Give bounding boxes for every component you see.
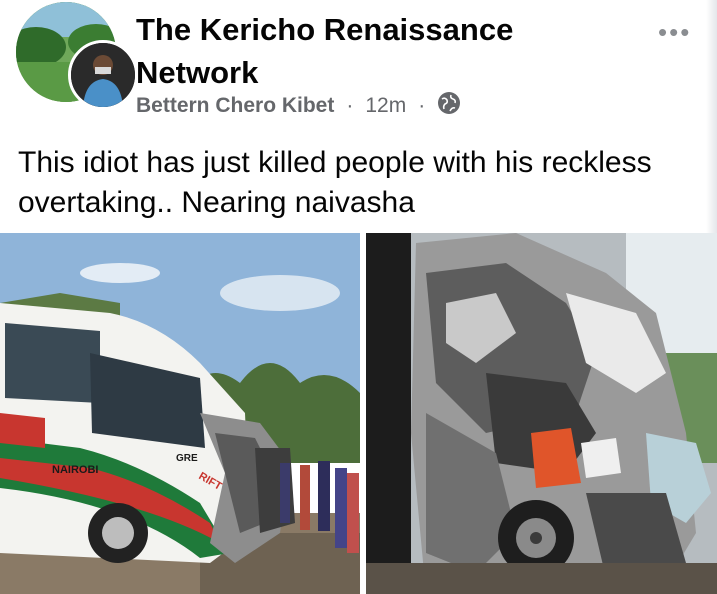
separator: · <box>418 94 426 117</box>
accident-photo-right[interactable] <box>366 233 717 594</box>
timestamp[interactable]: 12m <box>365 94 406 118</box>
author-name[interactable]: Bettern Chero Kibet <box>136 94 334 118</box>
globe-icon <box>437 91 461 121</box>
user-avatar[interactable] <box>68 40 138 110</box>
more-options-icon[interactable]: ••• <box>658 19 691 45</box>
post-meta: Bettern Chero Kibet · 12m · <box>136 91 461 121</box>
post-text: This idiot has just killed people with h… <box>18 146 652 219</box>
vehicle-text-nairobi: NAIROBI <box>52 464 98 476</box>
avatar-group[interactable] <box>16 2 138 110</box>
vehicle-text-gre: GRE <box>176 453 198 464</box>
accident-photo-left[interactable]: NAIROBI RIFT GRE <box>0 233 360 594</box>
group-name[interactable]: The Kericho Renaissance Network <box>136 8 596 94</box>
separator: · <box>346 94 354 117</box>
